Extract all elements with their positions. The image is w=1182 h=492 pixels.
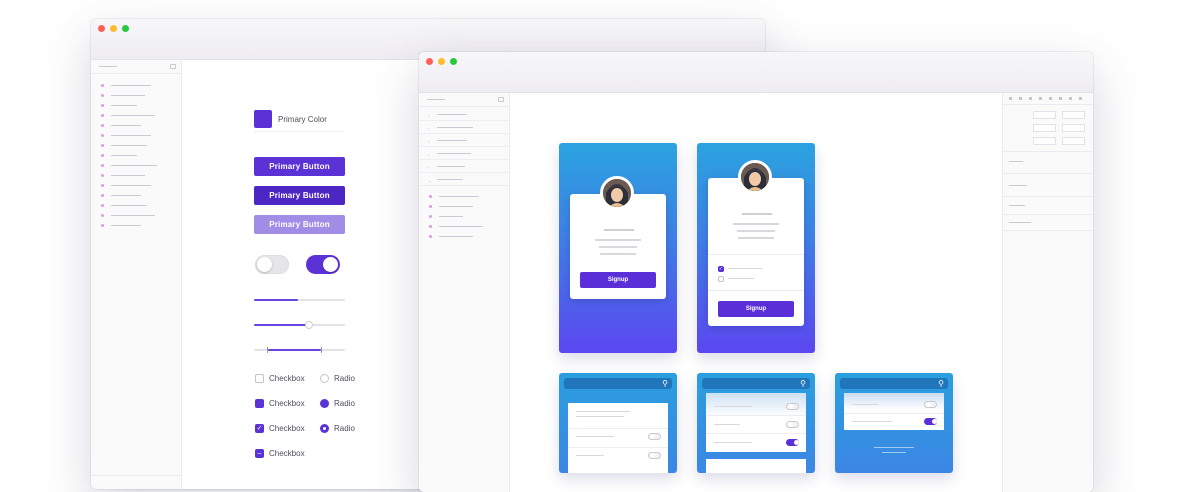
primary-button[interactable]: Primary Button xyxy=(254,157,345,176)
search-icon[interactable]: ⚲ xyxy=(938,379,944,388)
range-slider[interactable] xyxy=(254,347,345,353)
align-toolbar xyxy=(1003,93,1093,105)
artboard-row-expanded[interactable]: ⌄ xyxy=(419,173,509,186)
terms-checkbox[interactable] xyxy=(718,276,724,282)
search-bar[interactable]: ⚲ xyxy=(564,378,672,389)
close-window-button[interactable] xyxy=(426,58,433,65)
list-card xyxy=(568,403,668,473)
checkbox-checked[interactable]: ✓ xyxy=(255,424,264,433)
panel-toggle-icon[interactable] xyxy=(170,64,176,69)
y-field[interactable] xyxy=(1062,111,1085,119)
list-toggle[interactable] xyxy=(648,452,661,459)
primary-button-disabled[interactable]: Primary Button xyxy=(254,215,345,234)
x-field[interactable] xyxy=(1033,111,1056,119)
avatar xyxy=(738,160,772,194)
checkbox-label: Checkbox xyxy=(269,449,305,458)
radio-filled[interactable] xyxy=(320,399,329,408)
title-bar xyxy=(419,52,1093,93)
preferences-toggle-on[interactable] xyxy=(924,418,937,425)
align-icons[interactable] xyxy=(1009,97,1087,100)
sidebar-header xyxy=(91,60,181,74)
radio-selected[interactable] xyxy=(320,424,329,433)
range-handle-min[interactable] xyxy=(267,347,268,353)
maximize-window-button[interactable] xyxy=(450,58,457,65)
minimize-window-button[interactable] xyxy=(110,25,117,32)
signup-screen[interactable]: Signup xyxy=(559,143,677,353)
primary-color-label: Primary Color xyxy=(278,115,327,124)
search-icon[interactable]: ⚲ xyxy=(662,379,668,388)
artboard-row[interactable]: › xyxy=(419,134,509,147)
settings-card xyxy=(706,393,806,452)
layers-sidebar: › › › › › ⌄ xyxy=(419,93,510,492)
settings-card-2 xyxy=(706,459,806,473)
settings-screen[interactable]: ⚲ xyxy=(697,373,815,473)
primary-button-hover[interactable]: Primary Button xyxy=(254,186,345,205)
checkbox-filled[interactable] xyxy=(255,399,264,408)
divider xyxy=(254,131,344,132)
search-bar[interactable]: ⚲ xyxy=(840,378,948,389)
artboard-row[interactable]: › xyxy=(419,160,509,173)
checkbox-label: Checkbox xyxy=(269,399,305,408)
settings-toggle[interactable] xyxy=(786,403,799,410)
sidebar-header xyxy=(419,93,509,107)
checkbox-label: Checkbox xyxy=(269,374,305,383)
layers-sidebar xyxy=(91,60,182,489)
artboard-row[interactable]: › xyxy=(419,108,509,121)
settings-toggle-on[interactable] xyxy=(786,439,799,446)
settings-toggle[interactable] xyxy=(786,421,799,428)
width-field[interactable] xyxy=(1033,124,1056,132)
artboard-row[interactable]: › xyxy=(419,121,509,134)
list-screen[interactable]: ⚲ xyxy=(559,373,677,473)
maximize-window-button[interactable] xyxy=(122,25,129,32)
range-handle-max[interactable] xyxy=(321,347,322,353)
inspector-panel xyxy=(1002,93,1093,492)
slider-1[interactable] xyxy=(254,299,345,301)
radio-label: Radio xyxy=(334,424,355,433)
radius-field[interactable] xyxy=(1062,137,1085,145)
slider-handle[interactable] xyxy=(305,321,313,329)
slider-2[interactable] xyxy=(254,321,345,329)
close-window-button[interactable] xyxy=(98,25,105,32)
panel-toggle-icon[interactable] xyxy=(498,97,504,102)
radio-label: Radio xyxy=(334,399,355,408)
radio-label: Radio xyxy=(334,374,355,383)
signup-form: ✓ Signup xyxy=(708,178,804,326)
radio-unselected[interactable] xyxy=(320,374,329,383)
checkbox-label: Checkbox xyxy=(269,424,305,433)
toggle-off[interactable] xyxy=(255,255,289,274)
height-field[interactable] xyxy=(1062,124,1085,132)
artboard-row[interactable]: › xyxy=(419,147,509,160)
signup-screen-terms[interactable]: ✓ Signup xyxy=(697,143,815,353)
search-icon[interactable]: ⚲ xyxy=(800,379,806,388)
signup-button[interactable]: Signup xyxy=(718,301,794,317)
list-toggle[interactable] xyxy=(648,433,661,440)
preferences-toggle[interactable] xyxy=(924,401,937,408)
primary-color-swatch[interactable] xyxy=(254,110,272,128)
preferences-card xyxy=(844,393,944,430)
preferences-screen[interactable]: ⚲ xyxy=(835,373,953,473)
terms-checkbox-checked[interactable]: ✓ xyxy=(718,266,724,272)
search-bar[interactable]: ⚲ xyxy=(702,378,810,389)
checkbox-unchecked[interactable] xyxy=(255,374,264,383)
signup-button[interactable]: Signup xyxy=(580,272,656,288)
avatar xyxy=(600,176,634,210)
checkbox-indeterminate[interactable]: – xyxy=(255,449,264,458)
minimize-window-button[interactable] xyxy=(438,58,445,65)
rotation-field[interactable] xyxy=(1033,137,1056,145)
mockup-window: › › › › › ⌄ Signup ✓ Signup ⚲ ⚲ ⚲ xyxy=(419,52,1093,492)
toggle-on[interactable] xyxy=(306,255,340,274)
